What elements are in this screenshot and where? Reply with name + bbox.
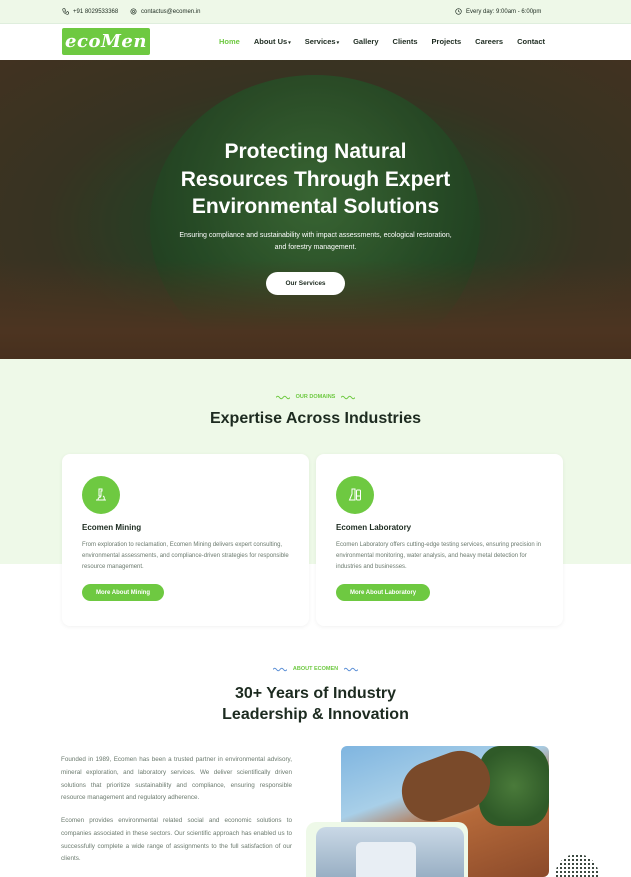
phone-number: +91 8029533368 (73, 8, 119, 15)
phone-contact[interactable]: +91 8029533368 (62, 8, 118, 15)
hero-title-line: Protecting Natural (224, 140, 407, 163)
hours-text: Every day: 9:00am - 6:00pm (466, 8, 542, 15)
domain-card-laboratory: Ecomen Laboratory Ecomen Laboratory offe… (316, 454, 563, 626)
about-paragraph-2: Ecomen provides environmental related so… (61, 817, 292, 863)
nav-label: Services (304, 37, 336, 46)
opening-hours: Every day: 9:00am - 6:00pm (455, 8, 541, 15)
top-bar: +91 8029533368 contactus@ecomen.in Every… (0, 0, 631, 24)
hero-banner: Protecting Natural Resources Through Exp… (0, 60, 631, 359)
about-heading: 30+ Years of Industry Leadership & Innov… (0, 683, 631, 725)
card-title: Ecomen Laboratory (336, 523, 412, 532)
nav-item-home[interactable]: Home (219, 37, 240, 46)
heading-line: 30+ Years of Industry (234, 685, 397, 702)
phone-icon (62, 8, 69, 15)
card-description: Ecomen Laboratory offers cutting-edge te… (336, 542, 541, 570)
microscope-icon (82, 476, 120, 514)
hero-title-line: Environmental Solutions (191, 195, 440, 218)
nav-item-gallery[interactable]: Gallery (353, 37, 378, 46)
nav-label: Contact (517, 37, 546, 46)
nav-label: Clients (392, 37, 418, 46)
our-services-button[interactable]: Our Services (266, 272, 345, 295)
eyebrow-text: OUR DOMAINS (295, 394, 336, 400)
nav-menu: Home About Us▾ Services▾ Gallery Clients… (219, 37, 559, 46)
card-description: From exploration to reclamation, Ecomen … (82, 542, 289, 570)
more-about-mining-button[interactable]: More About Mining (82, 584, 165, 601)
wave-icon (344, 667, 359, 671)
chevron-down-icon: ▾ (288, 40, 291, 46)
nav-label: Home (219, 37, 240, 46)
hero-subtitle-line: and forestry management. (274, 244, 357, 251)
email-contact[interactable]: contactus@ecomen.in (130, 8, 200, 15)
domains-eyebrow: OUR DOMAINS (0, 394, 631, 400)
dot-pattern-decoration (555, 854, 599, 877)
site-logo[interactable]: ecoMen (62, 28, 150, 55)
main-navigation: ecoMen Home About Us▾ Services▾ Gallery … (0, 24, 631, 60)
email-icon (130, 8, 137, 15)
card-title: Ecomen Mining (82, 523, 142, 532)
clock-icon (455, 8, 462, 15)
hero-subtitle: Ensuring compliance and sustainability w… (140, 230, 491, 254)
nav-label: Careers (475, 37, 504, 46)
hero-subtitle-line: Ensuring compliance and sustainability w… (179, 232, 452, 239)
button-label: More About Laboratory (350, 589, 417, 596)
nav-label: About Us (253, 37, 288, 46)
nav-item-services[interactable]: Services▾ (305, 37, 339, 46)
heading-line: Leadership & Innovation (222, 706, 409, 723)
email-address: contactus@ecomen.in (141, 8, 201, 15)
nav-item-careers[interactable]: Careers (475, 37, 503, 46)
photo-equipment (356, 842, 416, 877)
nav-item-projects[interactable]: Projects (432, 37, 462, 46)
wave-icon (272, 667, 287, 671)
wave-icon (341, 395, 356, 399)
hero-title: Protecting Natural Resources Through Exp… (0, 138, 631, 221)
lab-flask-icon (336, 476, 374, 514)
nav-item-contact[interactable]: Contact (517, 37, 545, 46)
hero-title-line: Resources Through Expert (180, 167, 451, 191)
laboratory-photo (316, 827, 464, 877)
nav-label: Projects (431, 37, 462, 46)
nav-label: Gallery (353, 37, 379, 46)
more-about-laboratory-button[interactable]: More About Laboratory (336, 584, 431, 601)
about-eyebrow: ABOUT ECOMEN (0, 666, 631, 672)
eyebrow-text: ABOUT ECOMEN (292, 666, 339, 672)
nav-item-clients[interactable]: Clients (393, 37, 418, 46)
about-paragraph-1: Founded in 1989, Ecomen has been a trust… (61, 756, 292, 802)
nav-item-about-us[interactable]: About Us▾ (254, 37, 291, 46)
wave-icon (275, 395, 290, 399)
logo-text: ecoMen (65, 31, 147, 52)
button-label: More About Mining (96, 589, 151, 596)
button-label: Our Services (285, 280, 326, 287)
domain-card-mining: Ecomen Mining From exploration to reclam… (62, 454, 309, 626)
chevron-down-icon: ▾ (336, 40, 340, 46)
domains-heading: Expertise Across Industries (209, 410, 422, 427)
laboratory-photo-frame (306, 822, 468, 877)
